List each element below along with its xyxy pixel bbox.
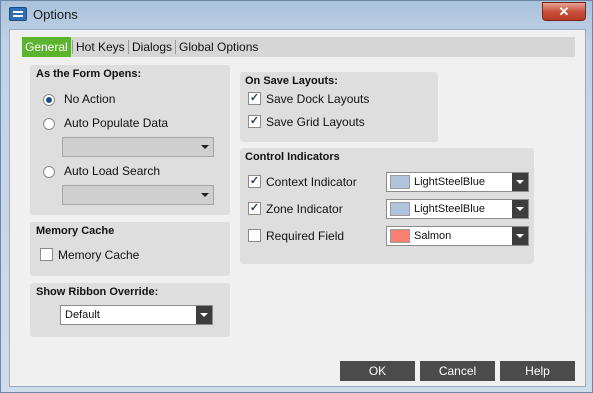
tab-hot-keys[interactable]: Hot Keys [73,37,128,57]
memory-cache-panel: Memory Cache Memory Cache [30,222,230,276]
help-button[interactable]: Help [500,361,575,381]
save-layouts-title: On Save Layouts: [245,75,338,87]
form-opens-panel: As the Form Opens: No Action Auto Popula… [30,65,230,215]
ribbon-override-value: Default [65,309,100,321]
chevron-down-icon [512,227,528,245]
chevron-down-icon [197,186,213,204]
chevron-down-icon [512,173,528,191]
tab-strip: General Hot Keys Dialogs Global Options [22,37,575,57]
context-indicator-color-name: LightSteelBlue [414,176,485,188]
ribbon-override-panel: Show Ribbon Override: Default [30,283,230,337]
chevron-down-icon [196,306,212,324]
zone-indicator-color-name: LightSteelBlue [414,203,485,215]
control-indicators-title: Control Indicators [245,151,340,163]
chevron-down-icon [512,200,528,218]
memory-cache-title: Memory Cache [36,225,115,237]
zone-indicator-color-select[interactable]: LightSteelBlue [386,199,529,219]
context-indicator-label: Context Indicator [266,175,357,189]
options-dialog: Options ✕ General Hot Keys Dialogs Globa… [0,0,593,393]
app-window-icon [9,7,27,21]
window-title: Options [33,7,78,22]
color-swatch [390,175,410,189]
control-indicators-panel: Control Indicators ✓ Context Indicator L… [240,148,534,264]
no-action-radio[interactable] [43,94,55,106]
color-swatch [390,229,410,243]
context-indicator-color-select[interactable]: LightSteelBlue [386,172,529,192]
auto-populate-label: Auto Populate Data [64,116,169,130]
save-dock-layouts-checkbox[interactable]: ✓ [248,92,261,105]
context-indicator-checkbox[interactable]: ✓ [248,175,261,188]
form-opens-title: As the Form Opens: [36,68,142,80]
ribbon-override-select[interactable]: Default [60,305,213,325]
tab-dialogs[interactable]: Dialogs [129,37,175,57]
zone-indicator-checkbox[interactable]: ✓ [248,202,261,215]
chevron-down-icon [197,138,213,156]
save-dock-layouts-label: Save Dock Layouts [266,92,370,106]
no-action-label: No Action [64,92,116,106]
tab-general[interactable]: General [22,37,71,57]
auto-load-search-select[interactable] [62,185,214,205]
save-layouts-panel: On Save Layouts: ✓ Save Dock Layouts ✓ S… [240,72,438,142]
save-grid-layouts-checkbox[interactable]: ✓ [248,115,261,128]
auto-load-search-radio[interactable] [43,166,55,178]
save-grid-layouts-label: Save Grid Layouts [266,115,365,129]
required-field-label: Required Field [266,229,345,243]
dialog-content: General Hot Keys Dialogs Global Options … [9,29,586,387]
auto-populate-radio[interactable] [43,118,55,130]
cancel-button[interactable]: Cancel [420,361,495,381]
memory-cache-checkbox[interactable] [40,248,53,261]
tab-global-options[interactable]: Global Options [176,37,261,57]
memory-cache-label: Memory Cache [58,248,140,262]
required-field-color-select[interactable]: Salmon [386,226,529,246]
zone-indicator-label: Zone Indicator [266,202,343,216]
required-field-checkbox[interactable] [248,229,261,242]
auto-load-search-label: Auto Load Search [64,164,161,178]
color-swatch [390,202,410,216]
close-button[interactable]: ✕ [542,2,586,21]
ribbon-override-title: Show Ribbon Override: [36,286,159,298]
required-field-color-name: Salmon [414,230,452,242]
auto-populate-select[interactable] [62,137,214,157]
title-bar[interactable]: Options ✕ [1,1,592,28]
ok-button[interactable]: OK [340,361,415,381]
